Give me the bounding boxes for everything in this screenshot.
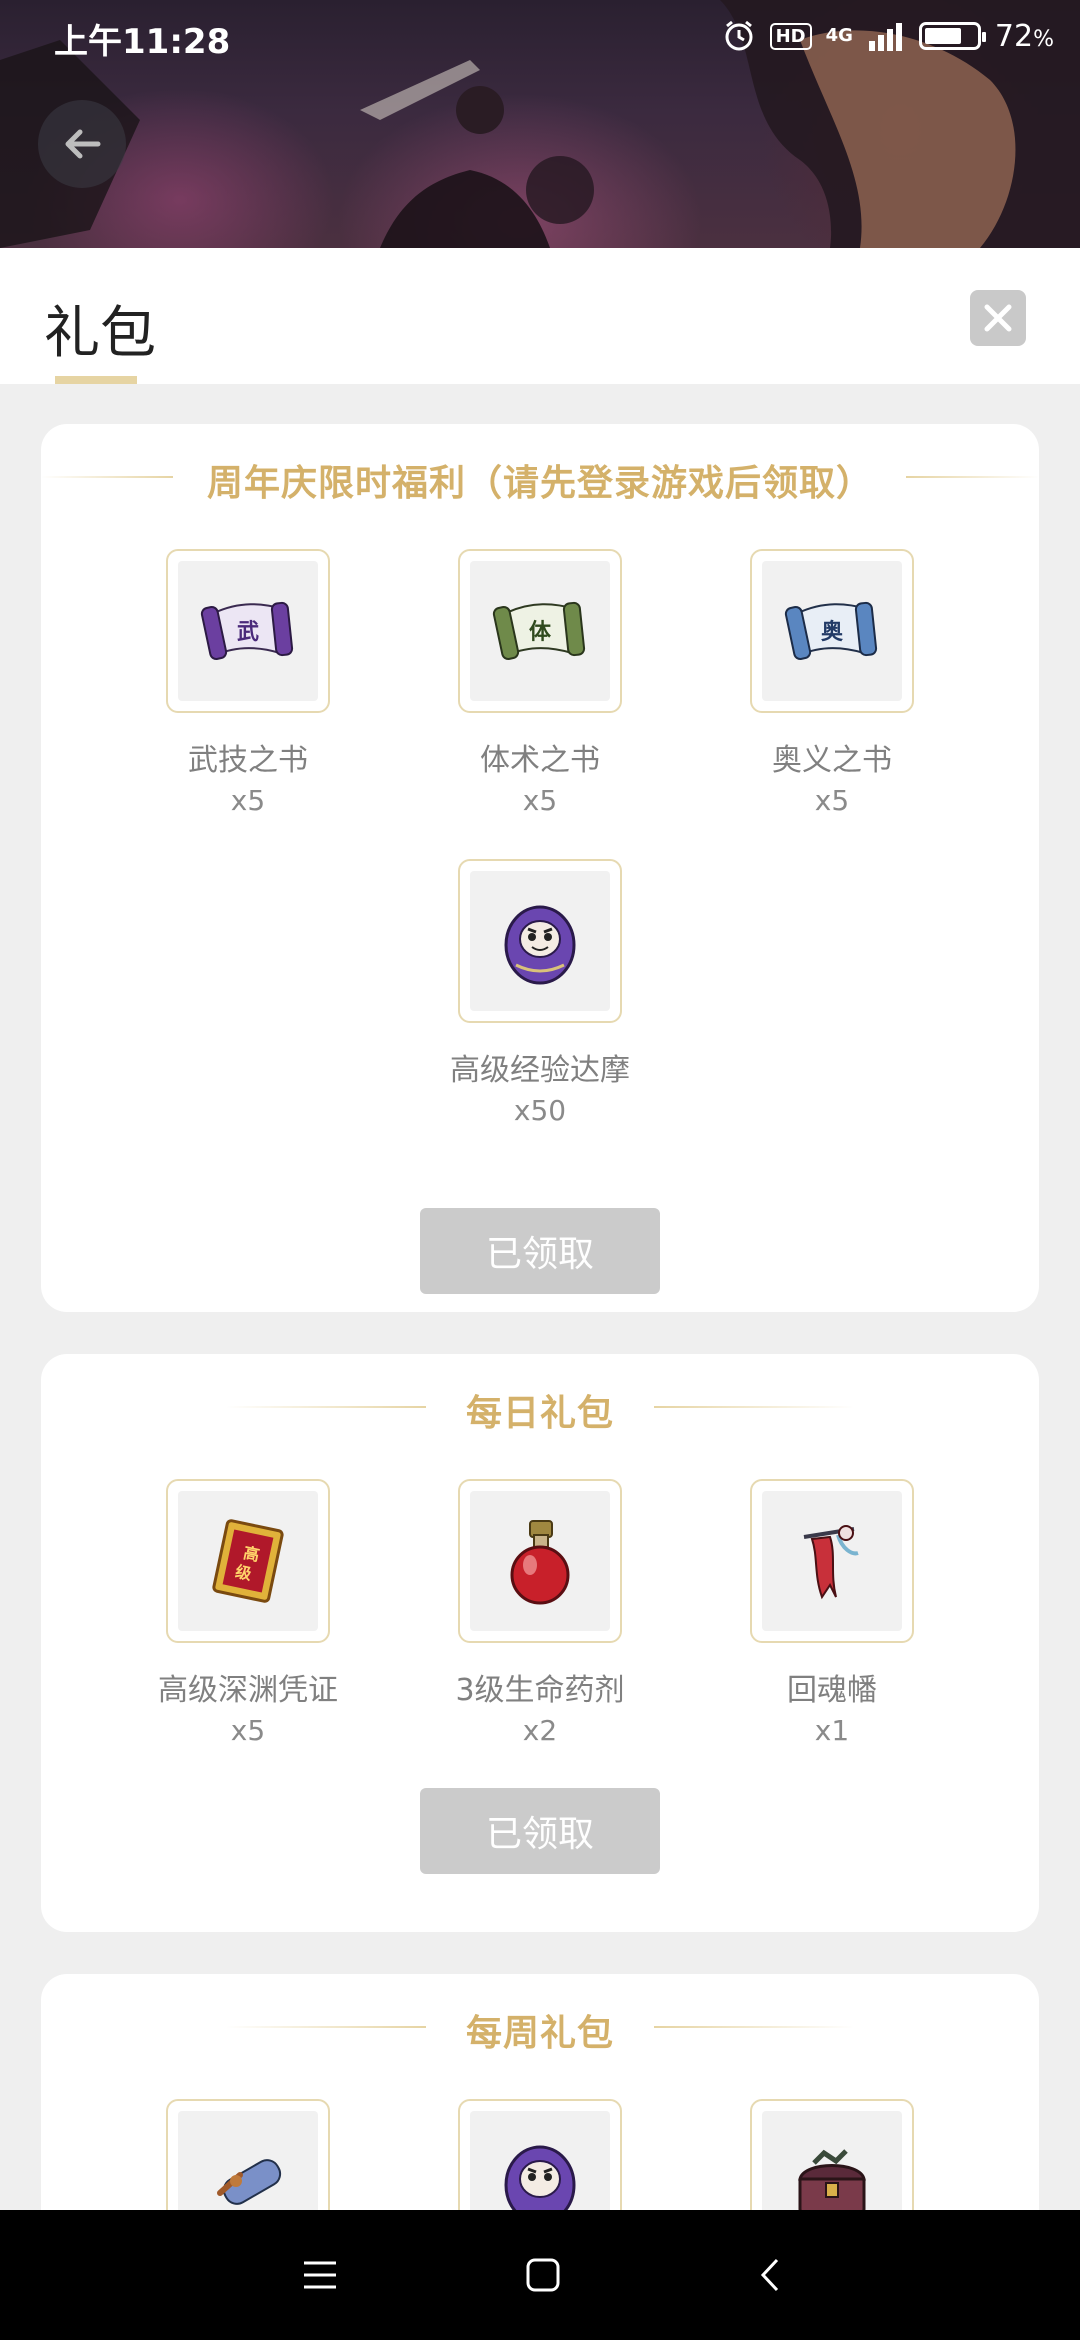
gift-item[interactable]: 奥 奥义之书 x5 [682,549,982,821]
item-icon-frame [166,2099,330,2210]
claimed-button[interactable]: 已领取 [420,1788,660,1874]
battery-icon [918,22,986,50]
arrow-left-icon [65,129,101,159]
status-time: 上午11:28 [54,22,231,62]
home-button[interactable] [513,2245,573,2305]
system-nav-bar [0,2210,1080,2340]
card-header: 每日礼包 [41,1378,1039,1434]
item-name: 武技之书 [188,743,308,778]
gift-item[interactable] [390,2099,690,2210]
item-icon-frame: 奥 [750,549,914,713]
gift-item[interactable]: 3级生命药剂 x2 [390,1479,690,1751]
gift-item[interactable]: 高 级 高级深渊凭证 x5 [98,1479,398,1751]
menu-icon [304,2261,336,2289]
gift-item[interactable] [98,2099,398,2210]
item-name: 体术之书 [480,743,600,778]
item-icon-frame [458,859,622,1023]
battery-level [924,28,961,44]
daruma-icon [504,2145,576,2210]
status-bar: 上午11:28 HD 4G 72% [0,0,1080,74]
back-button[interactable] [38,100,126,188]
item-quantity: x1 [814,1714,850,1747]
item-name: 高级经验达摩 [450,1053,630,1088]
claimed-button[interactable]: 已领取 [420,1208,660,1294]
page-title: 礼包 [44,301,156,366]
card-title: 每日礼包 [465,1393,614,1434]
gift-item[interactable] [682,2099,982,2210]
item-icon-frame [458,2099,622,2210]
card-header: 每周礼包 [41,1998,1039,2054]
item-quantity: x50 [513,1094,567,1127]
hd-icon: HD [769,22,812,50]
back-icon [760,2258,779,2292]
item-icon-frame: 高 级 [166,1479,330,1643]
item-name: 回魂幡 [787,1673,877,1708]
item-quantity: x2 [522,1714,558,1747]
close-button[interactable] [970,290,1026,346]
card-title: 周年庆限时福利（请先登录游戏后领取） [206,463,873,504]
nav-back-button[interactable] [740,2245,800,2305]
gift-item[interactable]: 回魂幡 x1 [682,1479,982,1751]
svg-text:奥: 奥 [821,619,844,645]
item-icon-frame: 体 [458,549,622,713]
gift-card-daily: 每日礼包 高 级 高级深渊凭证 x5 3级生命药剂 x2 回魂幡 x1 已领取 [41,1354,1039,1932]
sheet-header: 礼包 [0,248,1080,384]
gift-card-anniversary: 周年庆限时福利（请先登录游戏后领取） 武 武技之书 x5 体 体术之书 x5 奥… [41,424,1039,1312]
gift-item[interactable]: 高级经验达摩 x50 [390,859,690,1131]
divider-line [906,476,1039,478]
gift-card-weekly: 每周礼包 [41,1974,1039,2210]
item-quantity: x5 [230,1714,266,1747]
daruma-icon [504,905,576,985]
gift-item[interactable]: 武 武技之书 x5 [98,549,398,821]
gift-list[interactable]: 周年庆限时福利（请先登录游戏后领取） 武 武技之书 x5 体 体术之书 x5 奥… [0,384,1080,2210]
header-banner: 上午11:28 HD 4G 72% [0,0,1080,248]
close-icon [984,304,1012,332]
item-name: 3级生命药剂 [455,1673,625,1708]
item-quantity: x5 [814,784,850,817]
scroll-blue-icon: 奥 [784,601,878,660]
card-title: 每周礼包 [465,2013,614,2054]
scroll-green-icon: 体 [492,601,586,660]
card-header: 周年庆限时福利（请先登录游戏后领取） [41,448,1039,504]
battery-percent: 72% [994,18,1054,54]
signal-icon [868,23,902,51]
status-icons: HD 4G 72% [722,16,1054,56]
svg-text:体: 体 [529,620,552,645]
treasure-chest-icon [798,2149,866,2210]
menu-button[interactable] [290,2245,350,2305]
alarm-icon [725,20,753,51]
item-icon-frame [458,1479,622,1643]
item-quantity: x5 [522,784,558,817]
scroll-roll-icon [217,2159,282,2205]
item-icon-frame [750,1479,914,1643]
item-name: 奥义之书 [772,743,892,778]
divider-line [654,2026,854,2028]
title-underline [55,376,137,384]
item-name: 高级深渊凭证 [158,1673,338,1708]
network-type: 4G [825,25,853,46]
item-icon-frame [750,2099,914,2210]
banner-icon [803,1525,859,1600]
ticket-icon: 高 级 [212,1519,284,1603]
divider-line [654,1406,854,1408]
svg-text:武: 武 [237,620,259,645]
scroll-purple-icon: 武 [200,601,294,660]
item-quantity: x5 [230,784,266,817]
home-icon [526,2258,560,2292]
potion-icon [510,1520,570,1605]
item-icon-frame: 武 [166,549,330,713]
gift-item[interactable]: 体 体术之书 x5 [390,549,690,821]
